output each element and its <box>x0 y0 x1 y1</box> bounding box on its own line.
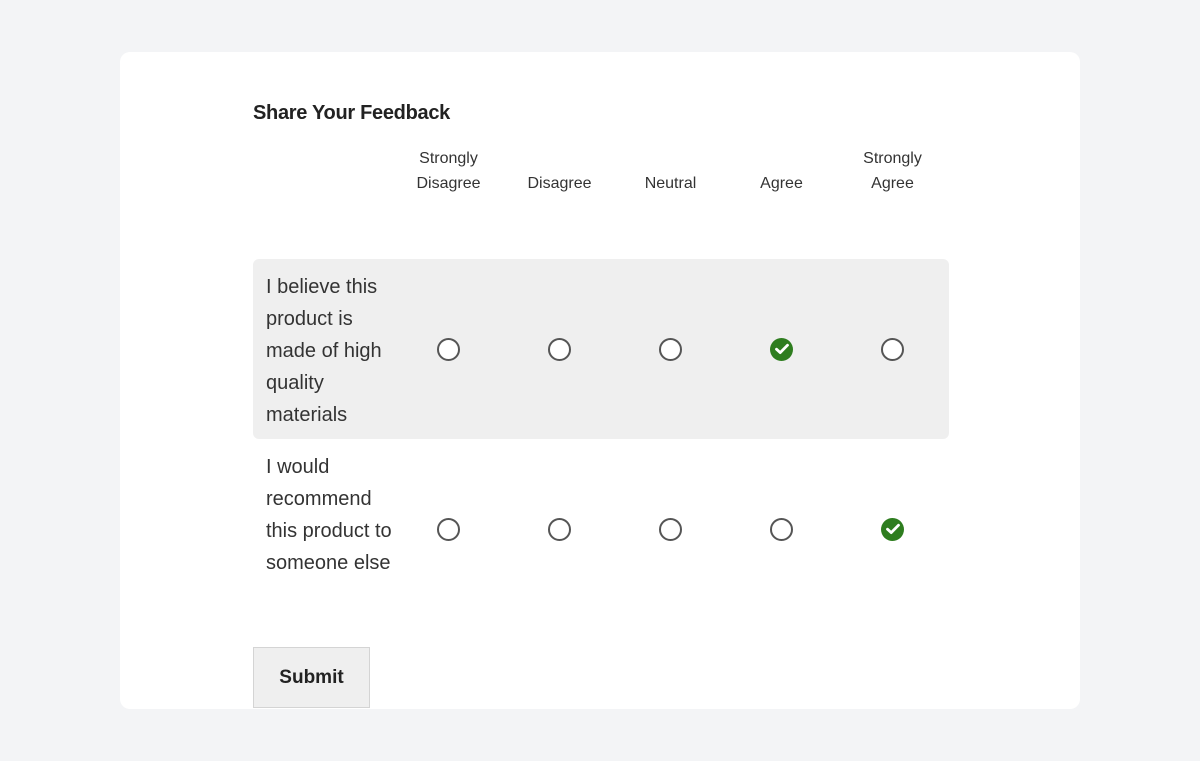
column-header-agree: Agree <box>726 144 837 196</box>
column-header-label: Strongly Disagree <box>416 150 481 192</box>
radio-neutral[interactable] <box>659 517 682 541</box>
column-header-label: Strongly Agree <box>863 150 922 192</box>
radio-cell <box>837 259 948 439</box>
radio-cell <box>837 439 948 619</box>
checkmark-icon <box>885 523 900 534</box>
feedback-card: Share Your Feedback Strongly Disagree Disa… <box>120 52 1080 709</box>
radio-disagree[interactable] <box>548 517 571 541</box>
column-header-disagree: Disagree <box>504 144 615 196</box>
radio-strongly-disagree[interactable] <box>437 517 460 541</box>
statement-text: I would recommend this product to someon… <box>266 456 392 574</box>
statement-text: I believe this product is made of high q… <box>266 276 382 426</box>
scale-header: Strongly Disagree Disagree Neutral Agree Stro… <box>253 144 949 196</box>
radio-strongly-agree[interactable] <box>881 337 904 361</box>
column-header-neutral: Neutral <box>615 144 726 196</box>
column-header-strongly-agree: Strongly Agree <box>837 144 948 196</box>
radio-cell <box>615 439 726 619</box>
column-header-label: Disagree <box>527 175 592 192</box>
radio-cell <box>615 259 726 439</box>
likert-row-quality: I believe this product is made of high q… <box>253 259 949 439</box>
submit-button[interactable]: Submit <box>253 647 370 708</box>
radio-cell <box>393 259 504 439</box>
radio-agree[interactable] <box>770 517 793 541</box>
form-title: Share Your Feedback <box>253 102 450 124</box>
radio-cell <box>504 259 615 439</box>
radio-cell <box>393 439 504 619</box>
radio-agree[interactable] <box>770 337 793 361</box>
radio-cell <box>726 439 837 619</box>
radio-strongly-agree[interactable] <box>881 517 904 541</box>
column-header-label: Agree <box>760 175 803 192</box>
radio-cell <box>504 439 615 619</box>
column-header-label: Neutral <box>644 175 697 192</box>
radio-cell <box>726 259 837 439</box>
likert-row-recommend: I would recommend this product to someon… <box>253 439 949 619</box>
column-header-strongly-disagree: Strongly Disagree <box>393 144 504 196</box>
radio-strongly-disagree[interactable] <box>437 337 460 361</box>
radio-disagree[interactable] <box>548 337 571 361</box>
radio-neutral[interactable] <box>659 337 682 361</box>
checkmark-icon <box>774 343 789 354</box>
